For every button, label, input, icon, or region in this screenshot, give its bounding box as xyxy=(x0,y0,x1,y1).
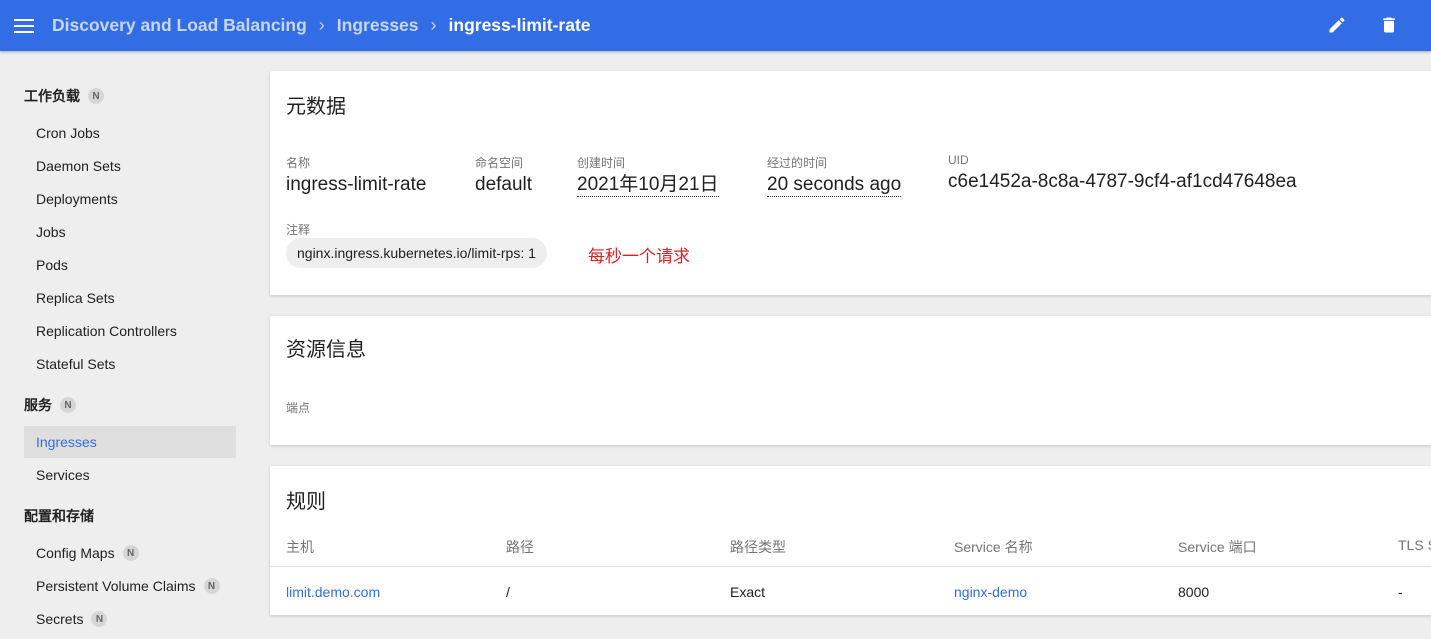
namespaced-badge: N xyxy=(203,578,220,594)
uid-value: c6e1452a-8c8a-4787-9cf4-af1cd47648ea xyxy=(948,171,1297,192)
sidebar-section-workloads[interactable]: 工作负载 N xyxy=(24,86,104,106)
tls-cell: - xyxy=(1398,584,1403,600)
sidebar-section-label: 配置和存储 xyxy=(24,508,94,524)
table-row: limit.demo.com / Exact nginx-demo 8000 - xyxy=(270,566,1431,616)
sidebar-item-secrets[interactable]: Secrets N xyxy=(24,603,236,635)
created-value[interactable]: 2021年10月21日 xyxy=(577,174,719,197)
sidebar-item-pods[interactable]: Pods xyxy=(24,249,236,281)
name-label: 名称 xyxy=(286,156,311,170)
sidebar-item-replica-sets[interactable]: Replica Sets xyxy=(24,282,236,314)
sidebar-section-services[interactable]: 服务 N xyxy=(24,395,76,415)
breadcrumb: Discovery and Load Balancing › Ingresses… xyxy=(52,15,591,36)
sidebar-item-deployments[interactable]: Deployments xyxy=(24,183,236,215)
path-cell: / xyxy=(506,584,510,600)
sidebar-item-daemon-sets[interactable]: Daemon Sets xyxy=(24,150,236,182)
sidebar-item-config-maps[interactable]: Config Maps N xyxy=(24,537,236,569)
sidebar-item-stateful-sets[interactable]: Stateful Sets xyxy=(24,348,236,380)
sidebar-item-label: Persistent Volume Claims xyxy=(36,578,196,594)
sidebar-item-persistent-volume-claims[interactable]: Persistent Volume Claims N xyxy=(24,570,236,602)
breadcrumb-discovery[interactable]: Discovery and Load Balancing xyxy=(52,15,307,36)
sidebar-section-label: 工作负载 xyxy=(24,88,80,104)
sidebar-section-label: 服务 xyxy=(24,397,52,413)
column-tls[interactable]: TLS S xyxy=(1398,537,1431,553)
created-label: 创建时间 xyxy=(577,156,626,170)
metadata-card: 元数据 名称 ingress-limit-rate 命名空间 default 创… xyxy=(270,71,1431,295)
column-service-port[interactable]: Service 端口 xyxy=(1178,537,1257,557)
menu-icon[interactable] xyxy=(14,18,34,33)
breadcrumb-ingresses[interactable]: Ingresses xyxy=(337,15,419,36)
namespaced-badge: N xyxy=(60,397,76,413)
rules-card: 规则 主机 路径 路径类型 Service 名称 Service 端口 TLS … xyxy=(270,466,1431,615)
edit-icon[interactable] xyxy=(1325,13,1349,37)
annotation-chip[interactable]: nginx.ingress.kubernetes.io/limit-rps: 1 xyxy=(286,238,547,268)
service-link[interactable]: nginx-demo xyxy=(954,584,1027,600)
sidebar-item-cron-jobs[interactable]: Cron Jobs xyxy=(24,117,236,149)
path-type-cell: Exact xyxy=(730,584,766,600)
namespace-label: 命名空间 xyxy=(475,156,524,170)
age-label: 经过的时间 xyxy=(767,156,828,170)
namespaced-badge: N xyxy=(91,611,108,627)
delete-icon[interactable] xyxy=(1377,13,1401,37)
column-path[interactable]: 路径 xyxy=(506,537,534,557)
sidebar: 工作负载 N Cron Jobs Daemon Sets Deployments… xyxy=(0,51,260,639)
uid-label: UID xyxy=(948,153,969,167)
chevron-right-icon: › xyxy=(430,15,437,35)
metadata-title: 元数据 xyxy=(286,96,346,118)
sidebar-item-jobs[interactable]: Jobs xyxy=(24,216,236,248)
breadcrumb-current: ingress-limit-rate xyxy=(448,15,591,35)
namespaced-badge: N xyxy=(88,88,104,104)
column-path-type[interactable]: 路径类型 xyxy=(730,537,786,557)
namespace-value: default xyxy=(475,174,533,195)
sidebar-section-config-storage[interactable]: 配置和存储 xyxy=(24,506,94,526)
column-service-name[interactable]: Service 名称 xyxy=(954,537,1033,557)
host-link[interactable]: limit.demo.com xyxy=(286,584,380,600)
sidebar-item-replication-controllers[interactable]: Replication Controllers xyxy=(24,315,236,347)
top-app-bar: Discovery and Load Balancing › Ingresses… xyxy=(0,0,1431,51)
sidebar-item-label: Config Maps xyxy=(36,545,115,561)
chevron-right-icon: › xyxy=(318,15,325,35)
resource-info-card: 资源信息 端点 xyxy=(270,316,1431,445)
sidebar-item-ingresses[interactable]: Ingresses xyxy=(24,426,236,458)
column-host[interactable]: 主机 xyxy=(286,537,314,557)
annotation-note: 每秒一个请求 xyxy=(588,247,690,266)
namespaced-badge: N xyxy=(122,545,139,561)
sidebar-item-services[interactable]: Services xyxy=(24,459,236,491)
annotations-label: 注释 xyxy=(286,223,311,237)
rules-title: 规则 xyxy=(286,491,326,513)
name-value: ingress-limit-rate xyxy=(286,174,427,195)
resource-info-title: 资源信息 xyxy=(286,339,366,361)
port-cell: 8000 xyxy=(1178,584,1210,600)
sidebar-item-label: Secrets xyxy=(36,611,84,627)
age-value[interactable]: 20 seconds ago xyxy=(767,174,902,197)
endpoints-label: 端点 xyxy=(286,401,311,415)
